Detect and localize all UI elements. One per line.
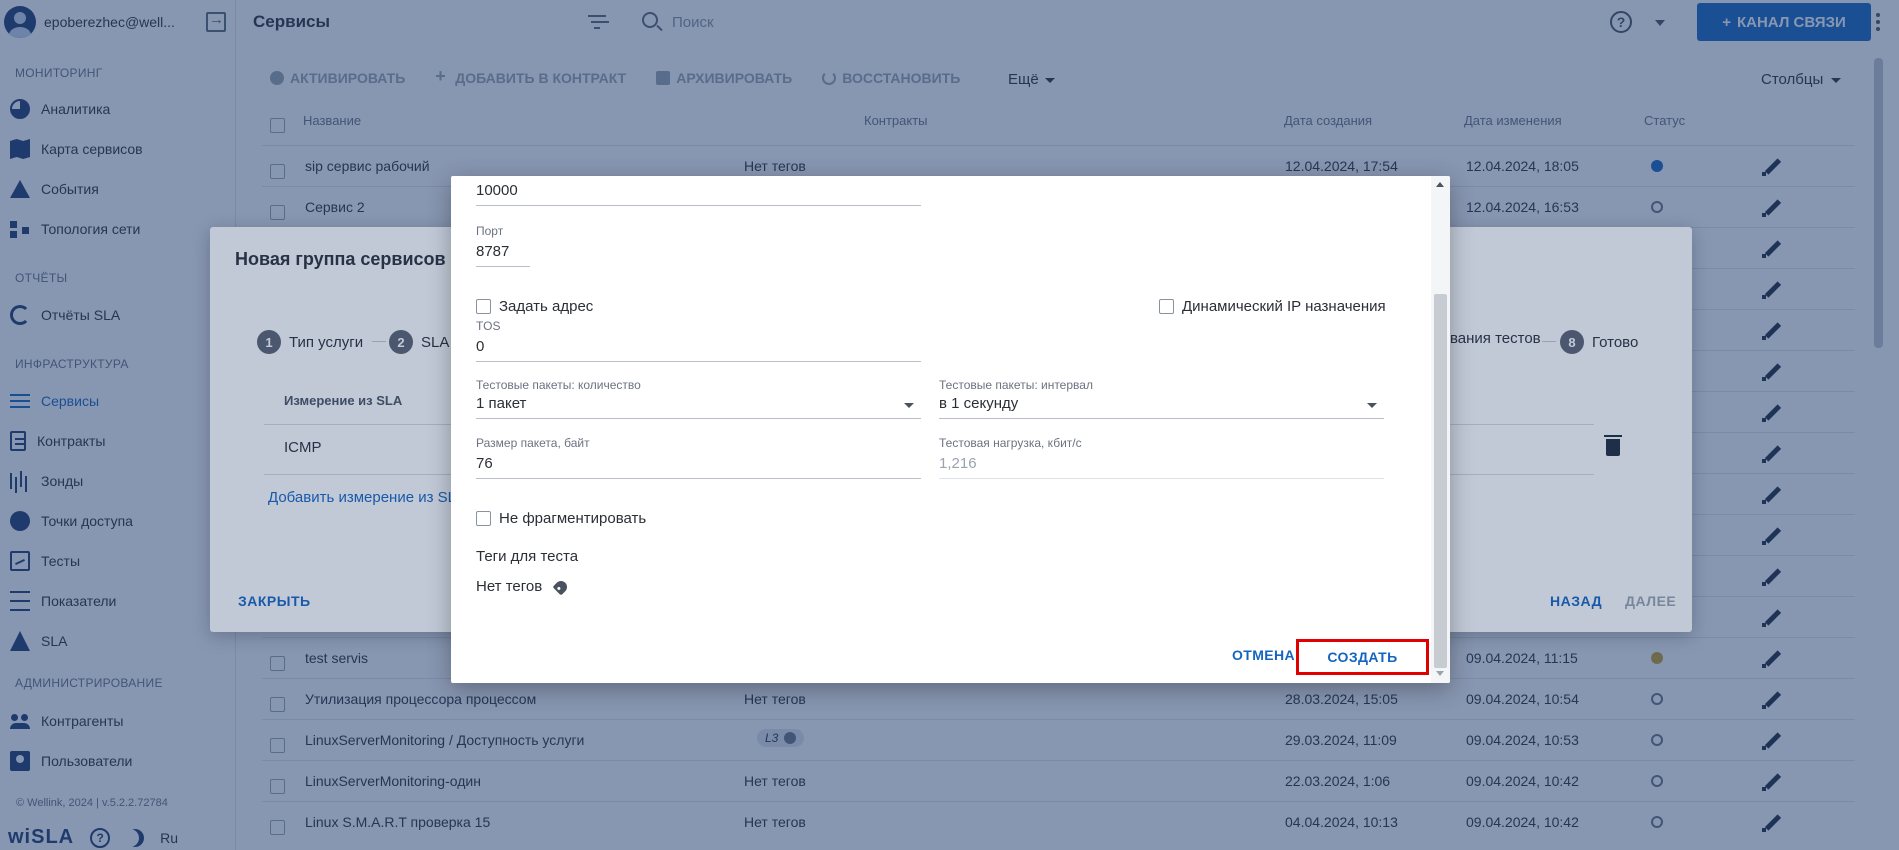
chevron-down-icon[interactable] [1367,403,1377,408]
test-load-value: 1,216 [939,455,977,472]
packets-interval-select[interactable]: в 1 секунду [939,395,1018,412]
field-underline [476,361,921,362]
set-address-checkbox[interactable] [476,299,491,314]
field-underline [476,478,921,479]
top-field-value[interactable]: 10000 [476,182,518,199]
no-fragment-checkbox[interactable] [476,511,491,526]
cancel-button[interactable]: ОТМЕНА [1232,647,1295,663]
field-underline [476,266,530,267]
create-button-label: СОЗДАТЬ [1327,649,1398,665]
field-underline [939,478,1384,479]
no-tags-text: Нет тегов [476,578,543,595]
dialog-scrollbar-thumb[interactable] [1434,294,1447,668]
create-button[interactable]: СОЗДАТЬ [1296,639,1429,675]
tos-input[interactable]: 0 [476,338,484,355]
packets-interval-label: Тестовые пакеты: интервал [939,378,1093,392]
field-underline [476,205,921,206]
test-settings-dialog: 10000 Порт 8787 Задать адрес Динамически… [451,176,1450,683]
no-fragment-label[interactable]: Не фрагментировать [499,510,646,527]
chevron-down-icon[interactable] [904,403,914,408]
packets-count-select[interactable]: 1 пакет [476,395,526,412]
test-tags-title: Теги для теста [476,548,579,565]
test-load-label: Тестовая нагрузка, кбит/с [939,436,1082,450]
dynamic-ip-label[interactable]: Динамический IP назначения [1182,298,1386,315]
port-input[interactable]: 8787 [476,243,509,260]
tag-icon[interactable] [552,578,570,596]
port-label: Порт [476,224,504,238]
packet-size-label: Размер пакета, байт [476,436,590,450]
scroll-up-icon[interactable] [1436,182,1444,187]
tos-label: TOS [476,319,501,333]
packet-size-input[interactable]: 76 [476,455,493,472]
field-underline [476,418,921,419]
dynamic-ip-checkbox[interactable] [1159,299,1174,314]
scroll-down-icon[interactable] [1436,671,1444,676]
field-underline [939,418,1384,419]
set-address-label[interactable]: Задать адрес [499,298,593,315]
packets-count-label: Тестовые пакеты: количество [476,378,641,392]
